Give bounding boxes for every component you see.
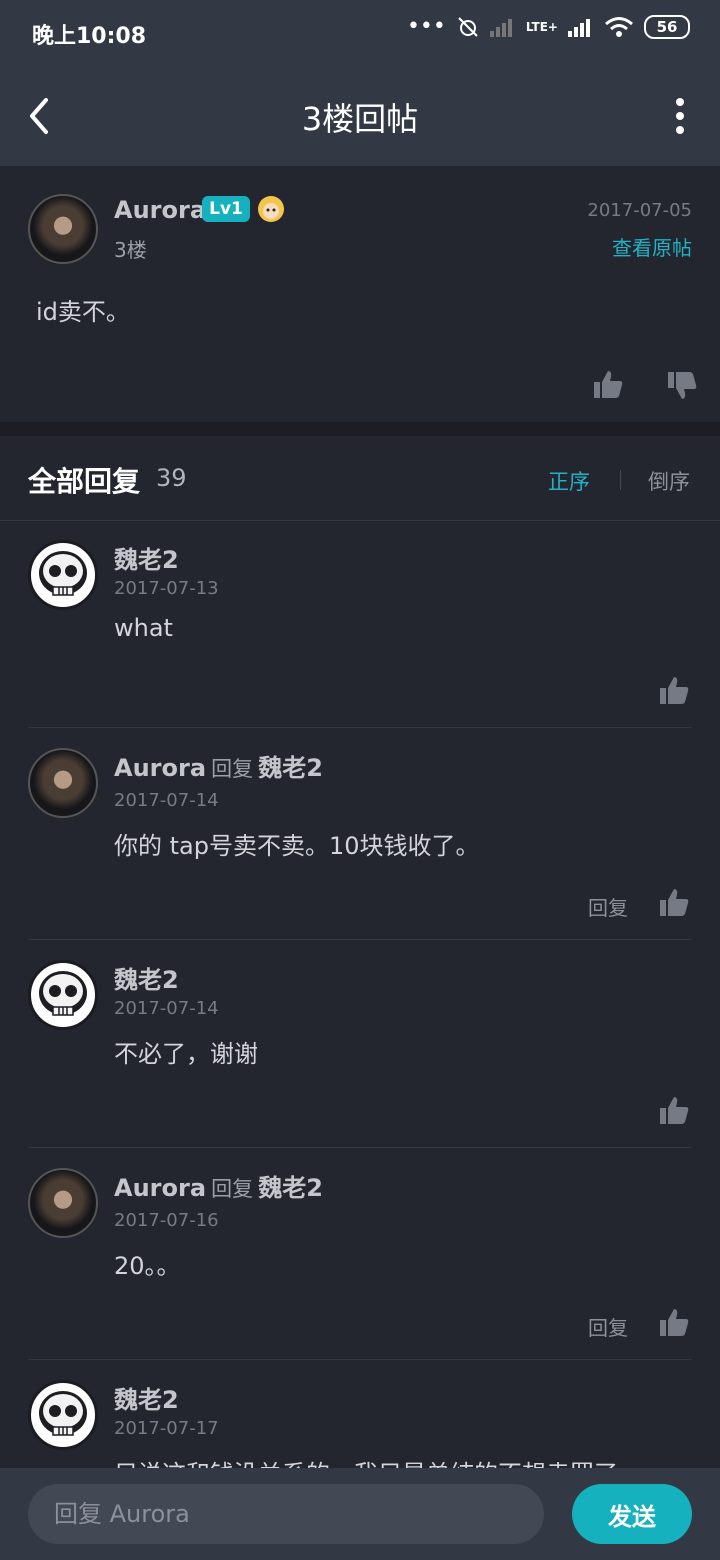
thumbs-up-icon[interactable] [658, 1094, 690, 1126]
character-badge-icon [258, 196, 284, 222]
reply-item: 魏老2 2017-07-13 what [0, 520, 720, 728]
post-content: id卖不。 [36, 298, 130, 326]
sort-ascending-tab[interactable]: 正序 [548, 466, 590, 496]
thumbs-up-icon[interactable] [592, 368, 624, 400]
post-author[interactable]: Aurora [114, 196, 206, 224]
view-original-link[interactable]: 查看原帖 [612, 232, 692, 261]
avatar[interactable] [28, 960, 98, 1030]
battery-icon: 56 [644, 14, 690, 39]
status-icons: ••• LTE+ 56 [407, 14, 690, 39]
thumbs-down-icon[interactable] [666, 370, 698, 402]
section-divider [0, 422, 720, 436]
reply-date: 2017-07-14 [114, 790, 219, 811]
wifi-icon [605, 16, 633, 37]
reply-date: 2017-07-16 [114, 1210, 219, 1231]
reply-item: Aurora 回复 魏老2 2017-07-14 你的 tap号卖不卖。10块钱… [0, 728, 720, 940]
reply-target[interactable]: 魏老2 [258, 1174, 323, 1202]
page-title: 3楼回帖 [301, 100, 419, 138]
post-date: 2017-07-05 [587, 200, 692, 221]
reply-action-button[interactable]: 回复 [588, 1312, 628, 1341]
sort-divider [620, 470, 621, 490]
reply-content: 只说这和钱没关系的，我只是单纯的不想卖罢了 [114, 1454, 618, 1468]
reply-date: 2017-07-13 [114, 578, 219, 599]
reply-author[interactable]: 魏老2 [114, 1380, 179, 1415]
sort-descending-tab[interactable]: 倒序 [648, 466, 690, 496]
reply-author[interactable]: Aurora [114, 754, 206, 782]
avatar[interactable] [28, 1168, 98, 1238]
reply-author[interactable]: 魏老2 [114, 960, 179, 995]
reply-header-line: Aurora 回复 魏老2 [114, 748, 323, 783]
nav-bar: 3楼回帖 [0, 66, 720, 166]
thumbs-up-icon[interactable] [658, 886, 690, 918]
reply-content: what [114, 614, 173, 642]
status-time: 晚上10:08 [32, 24, 147, 49]
status-bar: 晚上10:08 ••• LTE+ 56 [0, 0, 720, 66]
thumbs-up-icon[interactable] [658, 1306, 690, 1338]
avatar[interactable] [28, 1380, 98, 1450]
lte-label: LTE+ [525, 19, 558, 34]
avatar[interactable] [28, 748, 98, 818]
original-post: Aurora Lv1 2017-07-05 3楼 查看原帖 id卖不。 [0, 166, 720, 422]
signal-strong-icon [568, 18, 590, 37]
replies-header: 全部回复 39 正序 倒序 [0, 436, 720, 521]
reply-word: 回复 [211, 757, 254, 781]
post-floor: 3楼 [114, 238, 147, 262]
more-vertical-icon[interactable] [670, 96, 690, 136]
skull-avatar-icon [39, 551, 87, 596]
skull-avatar-icon [39, 971, 87, 1016]
reply-item: Aurora 回复 魏老2 2017-07-16 20。。 回复 [0, 1148, 720, 1360]
reply-input[interactable] [28, 1484, 544, 1544]
reply-author[interactable]: Aurora [114, 1174, 206, 1202]
signal-weak-icon [489, 18, 512, 37]
reply-item: 魏老2 2017-07-17 只说这和钱没关系的，我只是单纯的不想卖罢了 [0, 1360, 720, 1468]
reply-item: 魏老2 2017-07-14 不必了，谢谢 [0, 940, 720, 1148]
alarm-off-icon [458, 16, 478, 37]
avatar[interactable] [28, 540, 98, 610]
reply-target[interactable]: 魏老2 [258, 754, 323, 782]
level-badge: Lv1 [202, 196, 250, 222]
reply-content: 20。。 [114, 1252, 181, 1280]
reply-content: 你的 tap号卖不卖。10块钱收了。 [114, 832, 480, 860]
reply-date: 2017-07-17 [114, 1418, 219, 1439]
replies-title: 全部回复 [28, 465, 141, 498]
send-button[interactable]: 发送 [572, 1484, 692, 1544]
reply-bar: 发送 [0, 1468, 720, 1560]
reply-header-line: Aurora 回复 魏老2 [114, 1168, 323, 1203]
thumbs-up-icon[interactable] [658, 674, 690, 706]
reply-content: 不必了，谢谢 [114, 1040, 258, 1068]
reply-date: 2017-07-14 [114, 998, 219, 1019]
more-dots-icon: ••• [406, 14, 446, 39]
reply-word: 回复 [211, 1177, 254, 1201]
reply-author[interactable]: 魏老2 [114, 540, 179, 575]
skull-avatar-icon [39, 1391, 87, 1436]
replies-count: 39 [156, 464, 187, 492]
avatar[interactable] [28, 194, 98, 264]
reply-action-button[interactable]: 回复 [588, 892, 628, 921]
